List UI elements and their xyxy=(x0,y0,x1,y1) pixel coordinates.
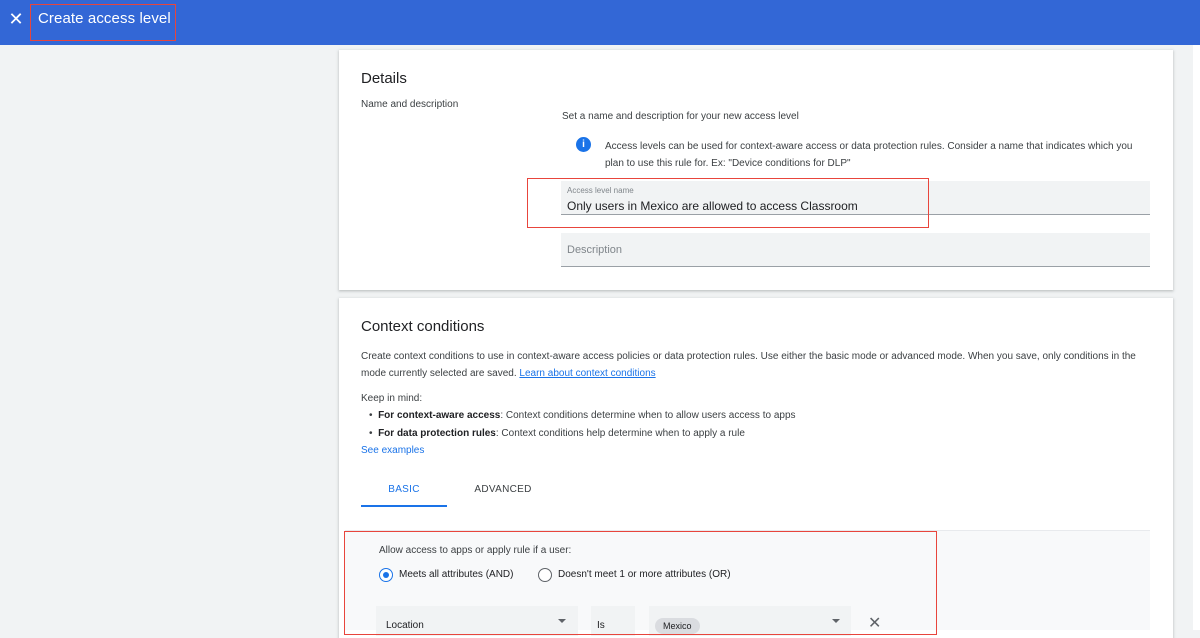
top-app-bar: ✕ Create access level xyxy=(0,0,1200,45)
bullet-data-protection-rules: • For data protection rules: Context con… xyxy=(369,428,745,439)
info-icon: i xyxy=(576,137,591,152)
info-line-2: plan to use this rule for. Ex: "Device c… xyxy=(605,158,851,169)
bullet-1-text: : Context conditions determine when to a… xyxy=(500,410,796,421)
details-subheading: Name and description xyxy=(361,99,459,110)
bullet-2-bold: For data protection rules xyxy=(378,428,496,439)
context-description: Create context conditions to use in cont… xyxy=(361,348,1161,382)
see-examples-link[interactable]: See examples xyxy=(361,445,424,456)
context-heading: Context conditions xyxy=(361,318,485,335)
tab-basic-indicator xyxy=(361,505,447,507)
bullet-2-text: : Context conditions help determine when… xyxy=(495,428,745,439)
title-highlight-box xyxy=(30,4,176,41)
details-card: Details Name and description Set a name … xyxy=(339,50,1173,290)
details-intro: Set a name and description for your new … xyxy=(562,111,799,122)
description-input[interactable]: Description xyxy=(567,244,622,256)
learn-context-conditions-link[interactable]: Learn about context conditions xyxy=(519,368,655,379)
keep-in-mind-label: Keep in mind: xyxy=(361,393,423,404)
close-icon[interactable]: ✕ xyxy=(6,9,26,29)
bullet-1-bold: For context-aware access xyxy=(378,410,501,421)
context-desc-line-1: Create context conditions to use in cont… xyxy=(361,351,1136,362)
context-desc-line-2: mode currently selected are saved. Learn… xyxy=(361,365,1161,382)
description-field[interactable]: Description xyxy=(561,233,1150,267)
tab-advanced[interactable]: ADVANCED xyxy=(463,484,543,495)
context-desc-line-2-text: mode currently selected are saved. xyxy=(361,368,520,379)
info-line-1: Access levels can be used for context-aw… xyxy=(605,141,1133,152)
details-heading: Details xyxy=(361,70,407,87)
info-text: Access levels can be used for context-aw… xyxy=(605,138,1145,172)
tab-basic[interactable]: BASIC xyxy=(361,484,447,495)
name-field-highlight-box xyxy=(527,178,929,228)
conditions-highlight-box xyxy=(344,531,937,635)
bullet-context-aware-access: • For context-aware access: Context cond… xyxy=(369,410,796,421)
scrollbar-track[interactable] xyxy=(1193,45,1200,630)
